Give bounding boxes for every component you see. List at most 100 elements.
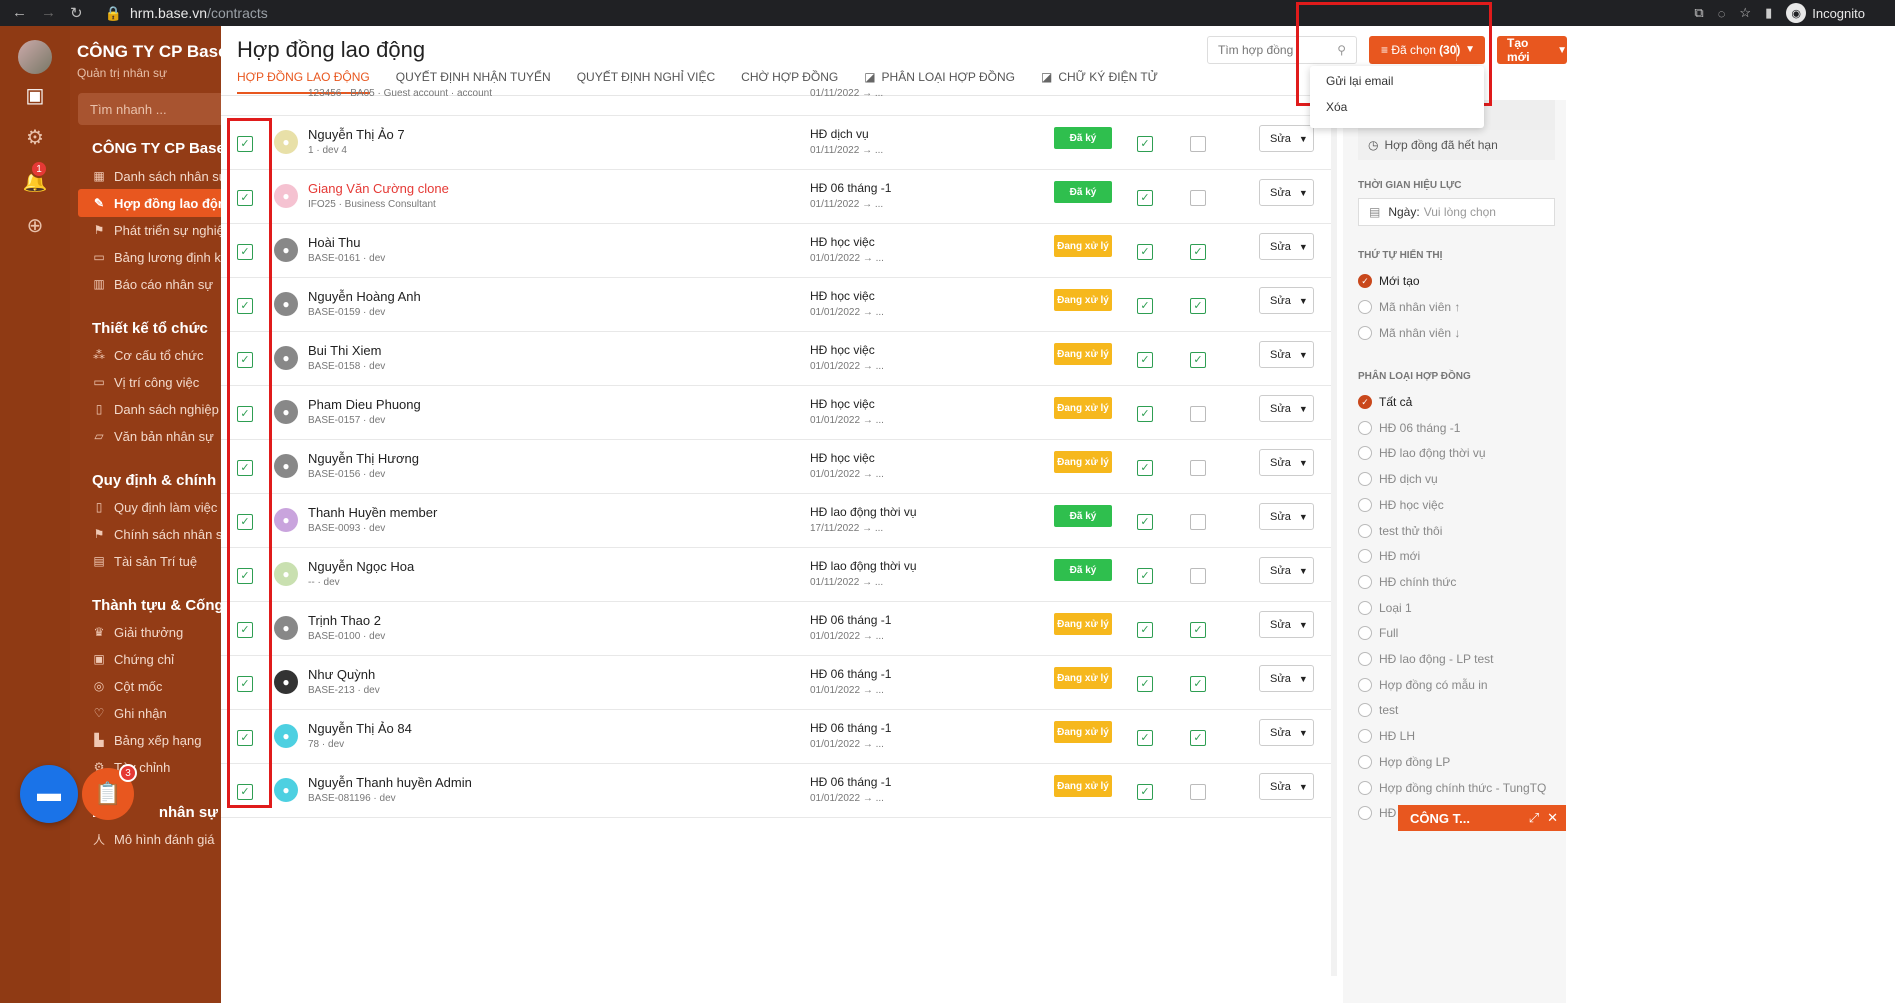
user-avatar[interactable] — [18, 40, 52, 74]
employee-name[interactable]: Thanh Huyền member — [308, 505, 437, 520]
employee-name[interactable]: Nguyễn Thị Ảo 7 — [308, 127, 405, 142]
chat-icon[interactable]: ▬ — [20, 765, 78, 823]
table-row[interactable]: ✓ ● Trịnh Thao 2 BASE-0100 · dev HĐ 06 t… — [221, 602, 1331, 656]
col1-checkbox[interactable]: ✓ — [1137, 406, 1153, 422]
contract-type-option[interactable]: HĐ mới — [1358, 549, 1420, 564]
col1-checkbox[interactable]: ✓ — [1137, 136, 1153, 152]
contract-type-option[interactable]: Full — [1358, 626, 1398, 641]
employee-name[interactable]: Như Quỳnh — [308, 667, 375, 682]
table-row[interactable]: ✓ ● Thanh Huyền member BASE-0093 · dev H… — [221, 494, 1331, 548]
edit-button[interactable]: Sửa ▼ — [1259, 449, 1314, 476]
table-row[interactable]: ✓ ● Hoài Thu BASE-0161 · dev HĐ học việc… — [221, 224, 1331, 278]
col2-checkbox[interactable] — [1190, 136, 1206, 152]
col1-checkbox[interactable]: ✓ — [1137, 514, 1153, 530]
col2-checkbox[interactable]: ✓ — [1190, 622, 1206, 638]
side-panel-icon[interactable]: ▮ — [1765, 5, 1772, 21]
col1-checkbox[interactable]: ✓ — [1137, 676, 1153, 692]
col2-checkbox[interactable]: ✓ — [1190, 352, 1206, 368]
col2-checkbox[interactable]: ✓ — [1190, 676, 1206, 692]
employee-name[interactable]: Nguyễn Hoàng Anh — [308, 289, 421, 304]
contract-type-option[interactable]: HĐ lao động - LP test — [1358, 652, 1494, 666]
employee-name[interactable]: Bui Thi Xiem — [308, 343, 381, 358]
date-picker[interactable]: ▤ Ngày: Vui lòng chọn — [1358, 198, 1555, 226]
col2-checkbox[interactable]: ✓ — [1190, 298, 1206, 314]
col2-checkbox[interactable] — [1190, 406, 1206, 422]
company-chat-bar[interactable]: CÔNG T... ⤢ ✕ — [1398, 805, 1566, 831]
edit-button[interactable]: Sửa ▼ — [1259, 773, 1314, 800]
edit-button[interactable]: Sửa ▼ — [1259, 557, 1314, 584]
star-icon[interactable]: ☆ — [1739, 5, 1751, 21]
table-row[interactable]: ✓ ● Như Quỳnh BASE-213 · dev HĐ 06 tháng… — [221, 656, 1331, 710]
incognito-profile[interactable]: ◉ Incognito — [1786, 3, 1865, 23]
col2-checkbox[interactable] — [1190, 460, 1206, 476]
employee-name[interactable]: Nguyễn Ngọc Hoa — [308, 559, 414, 574]
table-row[interactable]: ✓ ● Bui Thi Xiem BASE-0158 · dev HĐ học … — [221, 332, 1331, 386]
employee-name[interactable]: Pham Dieu Phuong — [308, 397, 421, 412]
employee-name[interactable]: Nguyễn Thị Hương — [308, 451, 419, 466]
order-option[interactable]: Mã nhân viên ↓ — [1358, 326, 1460, 340]
delete-menu-item[interactable]: Xóa — [1310, 94, 1484, 120]
edit-button[interactable]: Sửa ▼ — [1259, 233, 1314, 260]
col1-checkbox[interactable]: ✓ — [1137, 352, 1153, 368]
contract-type-option[interactable]: test thử thôi — [1358, 523, 1442, 538]
col2-checkbox[interactable]: ✓ — [1190, 244, 1206, 260]
contract-type-option[interactable]: Hợp đồng LP — [1358, 754, 1450, 769]
table-row[interactable]: ✓ ● Nguyễn Thị Ảo 84 78 · dev HĐ 06 thán… — [221, 710, 1331, 764]
col1-checkbox[interactable]: ✓ — [1137, 784, 1153, 800]
translate-icon[interactable]: ⧉ — [1694, 5, 1703, 21]
table-row[interactable]: ✓ ● Nguyễn Thị Hương BASE-0156 · dev HĐ … — [221, 440, 1331, 494]
contract-type-option[interactable]: Hợp đồng chính thức - TungTQ — [1358, 780, 1546, 795]
employee-name[interactable]: Nguyễn Thị Ảo 84 — [308, 721, 412, 736]
contract-type-option[interactable]: ✓ Tất cả — [1358, 395, 1412, 409]
col1-checkbox[interactable]: ✓ — [1137, 298, 1153, 314]
contract-type-option[interactable]: HĐ 06 tháng -1 — [1358, 420, 1460, 435]
add-icon[interactable]: ⊕ — [20, 210, 50, 240]
order-option[interactable]: Mã nhân viên ↑ — [1358, 300, 1460, 314]
contract-type-option[interactable]: Loại 1 — [1358, 600, 1412, 615]
edit-button[interactable]: Sửa ▼ — [1259, 341, 1314, 368]
table-row[interactable]: ✓ ● Giang Văn Cường clone IFO25 · Busine… — [221, 170, 1331, 224]
filter-expired[interactable]: ◷ Hợp đồng đã hết hạn — [1358, 130, 1555, 160]
eye-off-icon[interactable]: ◌ — [1718, 6, 1726, 21]
employee-name[interactable]: Hoài Thu — [308, 235, 361, 250]
col1-checkbox[interactable]: ✓ — [1137, 622, 1153, 638]
edit-button[interactable]: Sửa ▼ — [1259, 665, 1314, 692]
table-row[interactable]: ✓ ● Nguyễn Hoàng Anh BASE-0159 · dev HĐ … — [221, 278, 1331, 332]
edit-button[interactable]: Sửa ▼ — [1259, 503, 1314, 530]
edit-button[interactable]: Sửa ▼ — [1259, 719, 1314, 746]
col1-checkbox[interactable]: ✓ — [1137, 190, 1153, 206]
col2-checkbox[interactable] — [1190, 190, 1206, 206]
contract-type-option[interactable]: test — [1358, 703, 1398, 718]
resend-email-menu-item[interactable]: Gửi lại email — [1310, 68, 1484, 94]
table-row[interactable]: ✓ ● Nguyễn Thanh huyền Admin BASE-081196… — [221, 764, 1331, 818]
contract-type-option[interactable]: Hợp đồng có mẫu in — [1358, 677, 1488, 692]
employee-name[interactable]: Nguyễn Thanh huyền Admin — [308, 775, 472, 790]
base-logo-icon[interactable]: ▣ — [20, 80, 50, 110]
contract-type-option[interactable]: HĐ chính thức — [1358, 574, 1456, 589]
edit-button[interactable]: Sửa ▼ — [1259, 287, 1314, 314]
address-bar[interactable]: 🔒 hrm.base.vn/contracts — [105, 5, 268, 22]
col1-checkbox[interactable]: ✓ — [1137, 460, 1153, 476]
back-icon[interactable]: ← — [12, 4, 27, 22]
contract-type-option[interactable]: HĐ LH — [1358, 729, 1415, 744]
gear-icon[interactable]: ⚙ — [20, 122, 50, 152]
scrollbar[interactable] — [1331, 96, 1337, 976]
col1-checkbox[interactable]: ✓ — [1137, 730, 1153, 746]
reload-icon[interactable]: ↻ — [70, 4, 83, 22]
edit-button[interactable]: Sửa ▼ — [1259, 611, 1314, 638]
table-row[interactable]: ✓ ● Nguyễn Thị Ảo 7 1 · dev 4 HĐ dịch vụ… — [221, 116, 1331, 170]
edit-button[interactable]: Sửa ▼ — [1259, 125, 1314, 152]
create-new-button[interactable]: Tạo mới ▼ — [1497, 36, 1567, 64]
col2-checkbox[interactable]: ✓ — [1190, 730, 1206, 746]
contract-type-option[interactable]: HĐ dịch vụ — [1358, 472, 1438, 487]
table-row[interactable]: 123456 · BA05 · Guest account · account … — [221, 86, 1331, 116]
col1-checkbox[interactable]: ✓ — [1137, 568, 1153, 584]
table-row[interactable]: ✓ ● Nguyễn Ngọc Hoa -- · dev HĐ lao động… — [221, 548, 1331, 602]
forward-icon[interactable]: → — [41, 4, 56, 22]
employee-name[interactable]: Trịnh Thao 2 — [308, 613, 381, 628]
table-row[interactable]: ✓ ● Pham Dieu Phuong BASE-0157 · dev HĐ … — [221, 386, 1331, 440]
order-option[interactable]: ✓ Mới tạo — [1358, 274, 1420, 288]
edit-button[interactable]: Sửa ▼ — [1259, 395, 1314, 422]
col2-checkbox[interactable] — [1190, 514, 1206, 530]
employee-name[interactable]: Giang Văn Cường clone — [308, 181, 449, 196]
